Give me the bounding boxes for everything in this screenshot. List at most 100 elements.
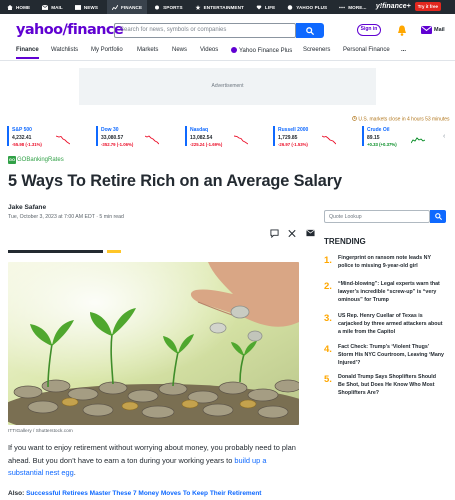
topnav-life[interactable]: LIFE bbox=[256, 0, 275, 14]
ticker-name: S&P 500 bbox=[12, 127, 32, 133]
ticker-sparkline bbox=[145, 135, 159, 145]
article-divider bbox=[8, 250, 122, 253]
ticker-change: -225.24 (-1.69%) bbox=[190, 142, 223, 147]
ticker-accent bbox=[7, 126, 9, 146]
trending-number: 3. bbox=[324, 313, 332, 324]
topnav-entertainment[interactable]: ENTERTAINMENT bbox=[195, 0, 244, 14]
sports-icon bbox=[155, 5, 160, 9]
market-status: U.S. markets close in 4 hours 53 minutes bbox=[352, 116, 450, 123]
site-header: yahoo/finance Search for news, symbols o… bbox=[0, 14, 455, 45]
ticker-change: -26.97 (-1.53%) bbox=[278, 142, 308, 147]
mail-label: Mail bbox=[434, 26, 445, 33]
comments-icon[interactable] bbox=[270, 229, 279, 238]
ticker-name: Nasdaq bbox=[190, 127, 209, 133]
topnav-mail-label: MAIL bbox=[51, 4, 63, 10]
plus-icon bbox=[288, 4, 293, 10]
topnav-mail[interactable]: MAIL bbox=[42, 0, 63, 14]
subnav-my-portfolio[interactable]: My Portfolio bbox=[91, 47, 123, 53]
ticker-value: 33,080.57 bbox=[101, 135, 124, 141]
trending-number: 2. bbox=[324, 281, 332, 292]
topnav-home[interactable]: HOME bbox=[7, 0, 30, 14]
trending-number: 4. bbox=[324, 344, 332, 355]
paragraph-text-2: . bbox=[73, 468, 76, 477]
subnav-yahoo-finance-plus[interactable]: Yahoo Finance Plus bbox=[231, 47, 292, 54]
publisher-name: GOBankingRates bbox=[17, 157, 64, 163]
ticker-name: Dow 30 bbox=[101, 127, 119, 133]
yahoo-finance-logo[interactable]: yahoo/finance bbox=[16, 22, 124, 38]
subnav-more[interactable]: ... bbox=[401, 47, 406, 53]
divider-dark bbox=[8, 250, 103, 253]
ticker-accent bbox=[96, 126, 98, 146]
quote-lookup-input[interactable]: Quote Lookup bbox=[324, 210, 430, 223]
ticker-sparkline bbox=[56, 135, 70, 145]
publisher-logo: GO bbox=[8, 156, 16, 164]
ticker-accent bbox=[185, 126, 187, 146]
topnav-news[interactable]: NEWS bbox=[74, 0, 98, 14]
ticker-sp500[interactable]: S&P 500 4,232.41 -55.98 (-1.31%) bbox=[7, 126, 93, 148]
search-input[interactable]: Search for news, symbols or companies bbox=[114, 23, 296, 38]
try-it-free-button[interactable]: Try it free bbox=[414, 2, 441, 11]
subnav-markets[interactable]: Markets bbox=[137, 47, 158, 53]
also-read-link[interactable]: Successful Retirees Master These 7 Money… bbox=[26, 490, 261, 497]
ticker-sparkline bbox=[234, 135, 248, 145]
topnav-finance-label: FINANCE bbox=[121, 4, 143, 10]
finance-subnav: Finance Watchlists My Portfolio Markets … bbox=[0, 44, 455, 61]
ticker-value: 89.15 bbox=[367, 135, 380, 141]
x-twitter-icon[interactable] bbox=[288, 229, 296, 238]
topnav-life-label: LIFE bbox=[264, 4, 276, 10]
topnav-sports[interactable]: SPORTS bbox=[154, 0, 183, 14]
ticker-value: 1,729.85 bbox=[278, 135, 298, 141]
more-icon bbox=[339, 6, 346, 8]
subnav-watchlists[interactable]: Watchlists bbox=[51, 47, 78, 53]
trending-number: 1. bbox=[324, 255, 332, 266]
topnav-finance[interactable]: FINANCE bbox=[107, 0, 148, 14]
quote-search-button[interactable] bbox=[430, 210, 446, 223]
clock-icon bbox=[352, 116, 357, 121]
email-icon[interactable] bbox=[306, 229, 315, 237]
bell-icon[interactable] bbox=[397, 25, 407, 36]
coins-plant-illustration bbox=[8, 262, 299, 425]
mail-icon bbox=[421, 26, 432, 34]
ticker-crude-oil[interactable]: Crude Oil 89.15 +0.33 (+0.37%) bbox=[362, 126, 448, 148]
topnav-yahoo-plus[interactable]: YAHOO PLUS bbox=[287, 0, 327, 14]
subnav-screeners[interactable]: Screeners bbox=[303, 47, 330, 53]
search-button[interactable] bbox=[296, 23, 324, 38]
home-icon bbox=[7, 4, 13, 10]
plus-icon bbox=[231, 47, 237, 53]
ticker-russell2000[interactable]: Russell 2000 1,729.85 -26.97 (-1.53%) bbox=[273, 126, 359, 148]
topnav-yahoo-plus-label: YAHOO PLUS bbox=[296, 4, 328, 10]
chevron-left-icon[interactable]: ‹ bbox=[443, 133, 445, 140]
ticker-sparkline bbox=[411, 137, 425, 144]
mail-link[interactable]: Mail bbox=[421, 25, 445, 34]
subnav-news[interactable]: News bbox=[172, 47, 187, 53]
ticker-nasdaq[interactable]: Nasdaq 13,082.54 -225.24 (-1.69%) bbox=[185, 126, 271, 148]
subnav-finance[interactable]: Finance bbox=[16, 47, 39, 59]
topnav-home-label: HOME bbox=[16, 4, 31, 10]
subnav-personal-finance[interactable]: Personal Finance bbox=[343, 47, 390, 53]
also-label: Also: bbox=[8, 490, 25, 497]
ticker-name: Crude Oil bbox=[367, 127, 390, 133]
ticker-change: -55.98 (-1.31%) bbox=[12, 142, 42, 147]
image-credit: ITTIGallery / Shutterstock.com bbox=[8, 429, 73, 434]
search-icon bbox=[306, 26, 314, 35]
news-icon bbox=[74, 4, 81, 10]
topnav-more[interactable]: MORE... bbox=[339, 0, 366, 14]
article-hero-image bbox=[8, 262, 299, 425]
ticker-dow30[interactable]: Dow 30 33,080.57 -352.79 (-1.06%) bbox=[96, 126, 182, 148]
market-tickers: S&P 500 4,232.41 -55.98 (-1.31%) Dow 30 … bbox=[0, 123, 455, 147]
star-icon bbox=[195, 4, 201, 10]
publisher[interactable]: GO GOBankingRates bbox=[8, 156, 64, 164]
topnav-entertainment-label: ENTERTAINMENT bbox=[203, 4, 244, 10]
yahoo-finance-plus-promo: y!finance+ Try it free bbox=[376, 2, 441, 11]
also-read: Also: Successful Retirees Master These 7… bbox=[8, 490, 261, 497]
advertisement-slot[interactable]: Advertisement bbox=[79, 68, 376, 105]
sign-in-button[interactable]: Sign in bbox=[357, 24, 381, 36]
finance-plus-brand: y!finance+ bbox=[375, 3, 411, 10]
trending-headline: Donald Trump Says Shoplifters Should Be … bbox=[338, 374, 437, 396]
subnav-videos[interactable]: Videos bbox=[200, 47, 218, 53]
ticker-accent bbox=[362, 126, 364, 146]
article-author[interactable]: Jake Safane bbox=[8, 204, 46, 211]
article-meta: Tue, October 3, 2023 at 7:00 AM EDT · 5 … bbox=[8, 214, 124, 220]
search-icon bbox=[434, 213, 442, 220]
ticker-name: Russell 2000 bbox=[278, 127, 309, 133]
